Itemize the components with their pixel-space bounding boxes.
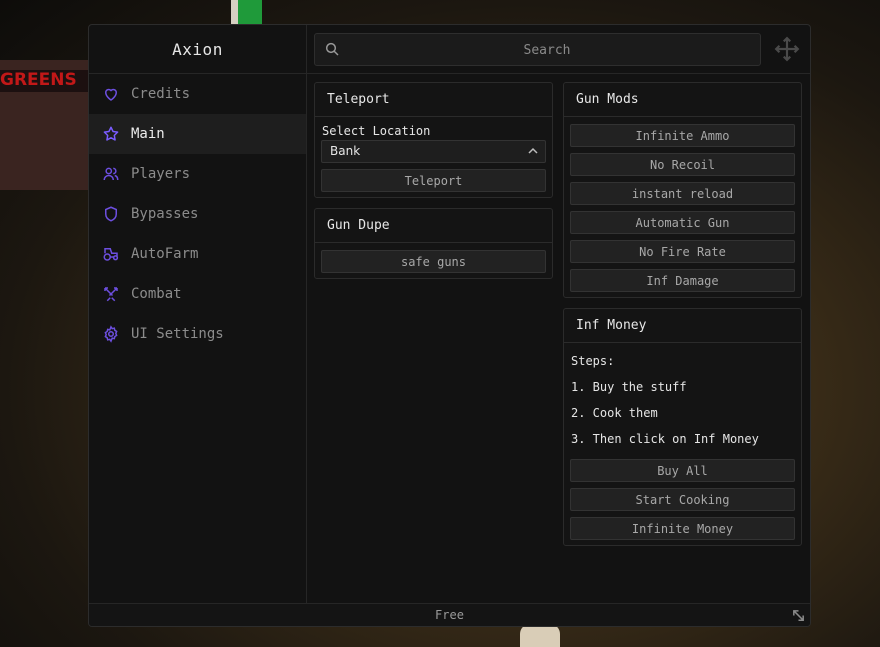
left-column: Teleport Select Location Bank Teleport G… bbox=[314, 82, 553, 289]
footer: Free bbox=[89, 603, 810, 626]
step-text: 2. Cook them bbox=[571, 406, 658, 420]
infinite-money-button[interactable]: Infinite Money bbox=[570, 517, 795, 540]
instant-reload-button[interactable]: instant reload bbox=[570, 182, 795, 205]
gun-mods-section: Gun Mods Infinite Ammo No Recoil instant… bbox=[563, 82, 802, 298]
teleport-section: Teleport Select Location Bank Teleport bbox=[314, 82, 553, 198]
resize-icon[interactable] bbox=[791, 608, 806, 623]
sidebar-item-label: Main bbox=[131, 126, 165, 142]
search-input[interactable] bbox=[345, 34, 749, 67]
gun-dupe-section: Gun Dupe safe guns bbox=[314, 208, 553, 279]
sidebar-item-ui-settings[interactable]: UI Settings bbox=[89, 314, 306, 354]
sidebar-item-label: Players bbox=[131, 166, 191, 182]
footer-text: Free bbox=[435, 608, 464, 622]
section-title: Gun Dupe bbox=[315, 209, 552, 243]
background-sign: GREENS bbox=[0, 70, 88, 92]
teleport-button[interactable]: Teleport bbox=[321, 169, 546, 192]
steps-heading: Steps: bbox=[571, 354, 615, 368]
sidebar-item-autofarm[interactable]: AutoFarm bbox=[89, 234, 306, 274]
swords-icon bbox=[102, 285, 120, 303]
shield-icon bbox=[102, 205, 120, 223]
main-content: Teleport Select Location Bank Teleport G… bbox=[307, 74, 810, 603]
sidebar-item-label: AutoFarm bbox=[131, 246, 199, 262]
infinite-ammo-button[interactable]: Infinite Ammo bbox=[570, 124, 795, 147]
tractor-icon bbox=[102, 245, 120, 263]
step-text: 3. Then click on Inf Money bbox=[571, 432, 759, 446]
sidebar-item-label: Bypasses bbox=[131, 206, 199, 222]
app-window: Axion Credits Main Players Bypasses Auto… bbox=[88, 24, 811, 627]
sidebar-item-combat[interactable]: Combat bbox=[89, 274, 306, 314]
background-green-object bbox=[238, 0, 262, 26]
star-icon bbox=[102, 125, 120, 143]
inf-money-section: Inf Money Steps: 1. Buy the stuff 2. Coo… bbox=[563, 308, 802, 546]
search-icon bbox=[325, 42, 339, 56]
background-foot bbox=[520, 624, 560, 647]
users-icon bbox=[102, 165, 120, 183]
section-title: Inf Money bbox=[564, 309, 801, 343]
no-recoil-button[interactable]: No Recoil bbox=[570, 153, 795, 176]
automatic-gun-button[interactable]: Automatic Gun bbox=[570, 211, 795, 234]
chevron-up-icon bbox=[528, 147, 538, 154]
section-title: Gun Mods bbox=[564, 83, 801, 117]
location-select-value: Bank bbox=[330, 144, 361, 158]
move-icon[interactable] bbox=[774, 36, 800, 62]
top-bar bbox=[307, 25, 810, 74]
sidebar-item-label: UI Settings bbox=[131, 326, 224, 342]
safe-guns-button[interactable]: safe guns bbox=[321, 250, 546, 273]
app-title: Axion bbox=[89, 25, 306, 74]
no-fire-rate-button[interactable]: No Fire Rate bbox=[570, 240, 795, 263]
start-cooking-button[interactable]: Start Cooking bbox=[570, 488, 795, 511]
section-title: Teleport bbox=[315, 83, 552, 117]
sidebar-item-players[interactable]: Players bbox=[89, 154, 306, 194]
heart-icon bbox=[102, 85, 120, 103]
sidebar-item-label: Credits bbox=[131, 86, 191, 102]
sidebar-item-main[interactable]: Main bbox=[89, 114, 306, 154]
location-select[interactable]: Bank bbox=[321, 140, 546, 163]
sidebar-item-credits[interactable]: Credits bbox=[89, 74, 306, 114]
search-box[interactable] bbox=[314, 33, 761, 67]
right-column: Gun Mods Infinite Ammo No Recoil instant… bbox=[563, 82, 802, 556]
step-text: 1. Buy the stuff bbox=[571, 380, 687, 394]
select-location-label: Select Location bbox=[322, 124, 431, 138]
gear-icon bbox=[102, 325, 120, 343]
sidebar: Axion Credits Main Players Bypasses Auto… bbox=[89, 25, 307, 603]
sidebar-item-bypasses[interactable]: Bypasses bbox=[89, 194, 306, 234]
inf-damage-button[interactable]: Inf Damage bbox=[570, 269, 795, 292]
buy-all-button[interactable]: Buy All bbox=[570, 459, 795, 482]
sidebar-item-label: Combat bbox=[131, 286, 182, 302]
